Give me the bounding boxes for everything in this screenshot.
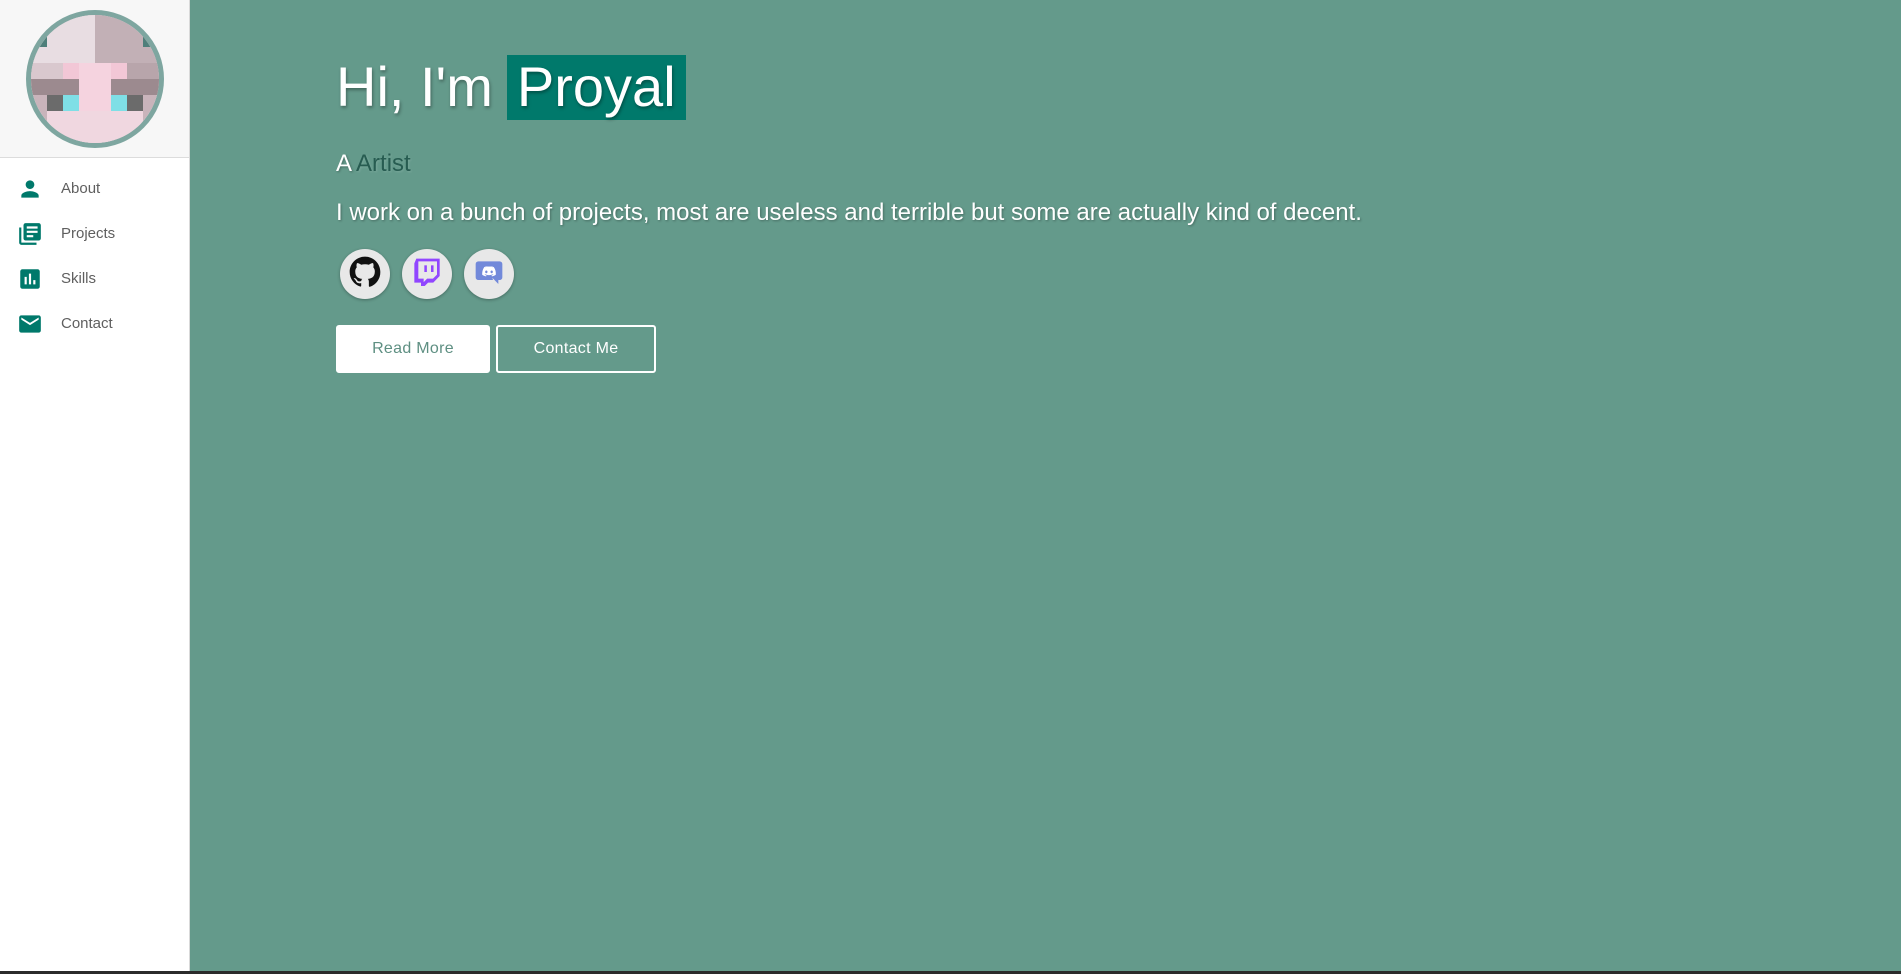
person-icon (17, 176, 43, 202)
discord-link[interactable] (464, 249, 514, 299)
description: I work on a bunch of projects, most are … (336, 199, 1362, 226)
projects-icon (17, 221, 43, 247)
sidebar-nav: About Projects Skills Contact (0, 158, 189, 346)
name-highlight: Proyal (506, 54, 686, 120)
avatar-pixel-art (30, 14, 159, 143)
action-buttons: Read More Contact Me (336, 325, 1362, 373)
mail-icon (17, 311, 43, 337)
hero-section: Hi, I'm Proyal A Artist I work on a bunc… (336, 54, 1362, 373)
avatar-container (0, 0, 189, 158)
greeting-text: Hi, I'm (336, 55, 493, 118)
subtitle: A Artist (336, 150, 1362, 178)
github-link[interactable] (340, 249, 390, 299)
sidebar-item-projects[interactable]: Projects (0, 211, 189, 256)
sidebar-item-label: About (61, 180, 101, 197)
main-content: Hi, I'm Proyal A Artist I work on a bunc… (190, 0, 1901, 971)
twitch-icon (411, 256, 443, 293)
sidebar-item-contact[interactable]: Contact (0, 301, 189, 346)
sidebar-item-label: Projects (61, 225, 116, 242)
sidebar-item-label: Skills (61, 270, 97, 287)
social-links (336, 249, 1362, 299)
sidebar-item-about[interactable]: About (0, 166, 189, 211)
page-title: Hi, I'm Proyal (336, 54, 1362, 120)
bar-chart-icon (17, 266, 43, 292)
sidebar: About Projects Skills Contact (0, 0, 190, 971)
sidebar-item-skills[interactable]: Skills (0, 256, 189, 301)
avatar[interactable] (25, 9, 164, 148)
discord-icon (473, 256, 505, 293)
role-text: Artist (356, 150, 411, 177)
sidebar-item-label: Contact (61, 315, 113, 332)
read-more-button[interactable]: Read More (336, 325, 490, 373)
twitch-link[interactable] (402, 249, 452, 299)
subtitle-prefix: A (336, 150, 351, 177)
github-icon (349, 256, 381, 293)
contact-me-button[interactable]: Contact Me (496, 325, 656, 373)
